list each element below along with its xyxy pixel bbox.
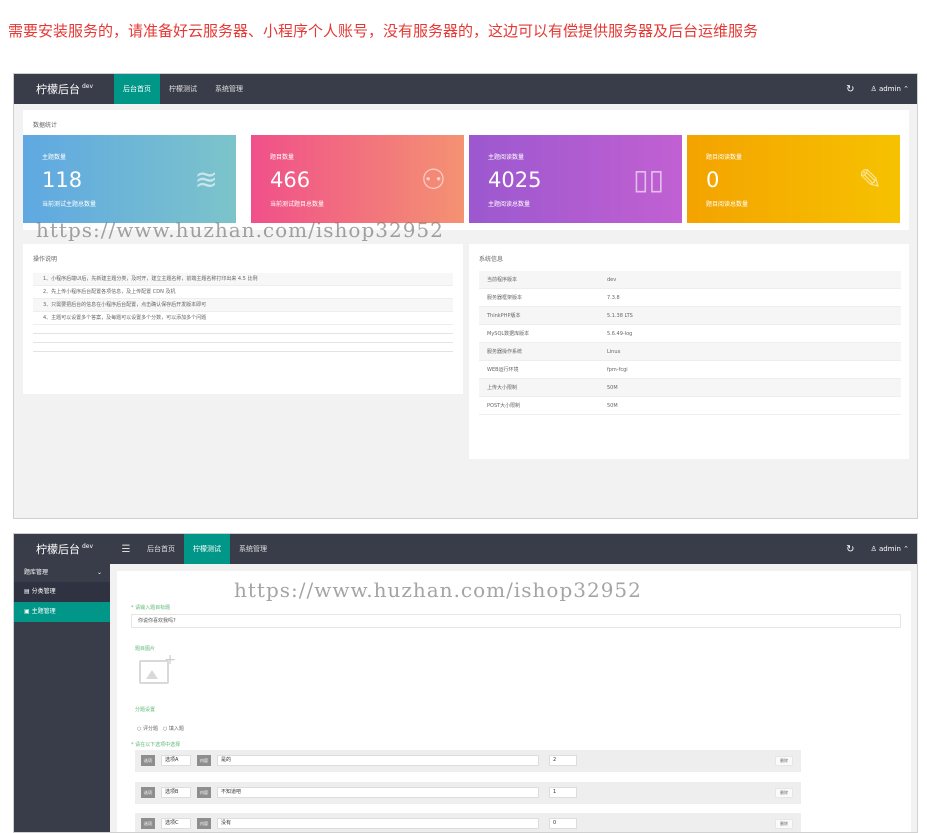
option-content-input[interactable]: 是的 [217,755,539,766]
menu-toggle-icon[interactable]: ☰ [114,544,138,555]
nav-test[interactable]: 柠檬测试 [160,74,206,104]
table-row: MySQL数据库版本 5.6.49-log [479,325,901,343]
type-label: 分题设置 [135,707,156,713]
guide-card: 操作说明 1、小程序后端UI后，先新建主题分类，及时开，建立主题名称，前端主题名… [23,244,463,394]
nav-test[interactable]: 柠檬测试 [184,534,230,564]
nav-system[interactable]: 系统管理 [206,74,252,104]
brand-logo[interactable]: 柠檬后台 dev [14,541,114,557]
guide-row: 2、先上传小程序后台配置各项信息，及上传配置 CDN 及机 [33,286,453,299]
image-upload-icon[interactable] [139,652,176,684]
option-name-input[interactable]: 选项B [161,787,191,798]
table-row: 上传大小限制 50M [479,379,901,397]
option-score-input[interactable]: 1 [549,787,577,798]
option-content-input[interactable]: 没有 [217,818,539,829]
top-right-tools: ↻ ♙ admin ⌃ [846,74,909,104]
nav-home[interactable]: 后台首页 [114,74,160,104]
editor-screenshot: 柠檬后台 dev ☰ 后台首页 柠檬测试 系统管理 ↻ ♙ admin ⌃ 题库管… [13,533,918,833]
guide-row-empty [33,325,453,334]
users-icon: ⚇ [420,163,446,196]
layers-icon: ≋ [194,163,218,196]
sidebar: 题库管理 ⌄ ▤ 分类管理 ▣ 主题管理 [14,564,110,832]
watermark-text: https://www.huzhan.com/ishop32952 [234,578,642,602]
sidebar-group-question-bank[interactable]: 题库管理 ⌄ [14,564,110,582]
sysinfo-card: 系统信息 当前程序版本 dev 服务器框架版本 7.3.8 ThinkPHP版本 5.… [469,244,909,459]
refresh-icon[interactable]: ↻ [846,84,854,95]
edit-icon: ✎ [858,163,882,196]
guide-list: 1、小程序后端UI后，先新建主题分类，及时开，建立主题名称，前端主题名称打印出来… [33,273,453,352]
table-row: POST大小限制 50M [479,397,901,415]
table-row: 服务器操作系统 Linux [479,343,901,361]
stat-topic-reads[interactable]: 主题阅读数量 4025 主题阅读总数量 ▯▯ [469,135,682,223]
guide-row-empty [33,334,453,343]
option-row: 选项 选项B 内容 不知道吧 1 删除 [135,782,801,804]
sidebar-item-categories[interactable]: ▤ 分类管理 [14,582,110,602]
user-icon: ♙ [870,545,879,553]
question-form: * 请输入题目标题 你说你喜欢我吗? 题目图片 分题设置 ○ 评分题 ○ 填入题… [117,571,911,832]
user-icon: ♙ [870,85,879,93]
stats-title: 数据统计 [33,122,58,129]
table-row: ThinkPHP版本 5.1.38 LTS [479,307,901,325]
brand-logo[interactable]: 柠檬后台 dev [14,81,114,97]
guide-row: 1、小程序后端UI后，先新建主题分类，及时开，建立主题名称，前端主题名称打印出来… [33,273,453,286]
guide-row: 3、只需要把后台的信息在小程序后台配置，点击确认保存后开发版本即可 [33,299,453,312]
delete-option-button[interactable]: 删除 [775,756,793,766]
stat-topics[interactable]: 主题数量 118 当前测试主题总数量 ≋ [23,135,236,223]
sidebar-item-topics[interactable]: ▣ 主题管理 [14,602,110,622]
top-right-tools: ↻ ♙ admin ⌃ [846,534,909,564]
main-nav: 后台首页 柠檬测试 系统管理 [138,534,276,564]
delete-option-button[interactable]: 删除 [775,819,793,829]
main-nav: 后台首页 柠檬测试 系统管理 [114,74,252,104]
option-name-input[interactable]: 选项A [161,755,191,766]
options-label: * 请在以下选项中选择 [131,742,181,748]
top-navbar: 柠檬后台 dev ☰ 后台首页 柠檬测试 系统管理 ↻ ♙ admin ⌃ [14,534,917,564]
top-navbar: 柠檬后台 dev 后台首页 柠檬测试 系统管理 ↻ ♙ admin ⌃ [14,74,917,104]
watermark-text: https://www.huzhan.com/ishop32952 [36,218,444,242]
guide-title: 操作说明 [33,256,58,263]
option-name-input[interactable]: 选项C [161,818,191,829]
guide-row: 4、主题可以设置多个答案，及每题可以设置多个分数，可以添加多个问题 [33,312,453,325]
table-row: 服务器框架版本 7.3.8 [479,289,901,307]
option-row: 选项 选项A 内容 是的 2 删除 [135,750,801,772]
promo-banner: 需要安装服务的，请准备好云服务器、小程序个人账号，没有服务器的，这边可以有偿提供… [8,22,759,40]
nav-system[interactable]: 系统管理 [230,534,276,564]
option-score-input[interactable]: 2 [549,755,577,766]
book-icon: ▯▯ [633,163,664,196]
user-menu[interactable]: ♙ admin ⌃ [870,85,909,93]
delete-option-button[interactable]: 删除 [775,788,793,798]
dashboard-screenshot: 柠檬后台 dev 后台首页 柠檬测试 系统管理 ↻ ♙ admin ⌃ 数据统计 … [13,73,918,519]
refresh-icon[interactable]: ↻ [846,544,854,555]
table-row: 当前程序版本 dev [479,271,901,289]
option-row: 选项 选项C 内容 没有 0 删除 [135,813,801,832]
type-radio-group[interactable]: ○ 评分题 ○ 填入题 [137,725,184,732]
nav-home[interactable]: 后台首页 [138,534,184,564]
title-input[interactable]: 你说你喜欢我吗? [131,614,901,628]
image-label: 题目图片 [135,646,156,652]
stat-question-reads[interactable]: 题目阅读数量 0 题目阅读总数量 ✎ [687,135,900,223]
sysinfo-title: 系统信息 [479,256,504,263]
option-score-input[interactable]: 0 [549,818,577,829]
document-icon: ▣ [24,608,32,615]
list-icon: ▤ [24,588,32,595]
title-label: * 请输入题目标题 [131,605,171,611]
stat-questions[interactable]: 题目数量 466 当前测试题目总数量 ⚇ [251,135,464,223]
table-row: WEB运行环境 fpm-fcgi [479,361,901,379]
sysinfo-table: 当前程序版本 dev 服务器框架版本 7.3.8 ThinkPHP版本 5.1.38 … [479,271,901,415]
guide-row-empty [33,343,453,352]
option-content-input[interactable]: 不知道吧 [217,787,539,798]
chevron-down-icon: ⌄ [96,569,102,576]
user-menu[interactable]: ♙ admin ⌃ [870,545,909,553]
